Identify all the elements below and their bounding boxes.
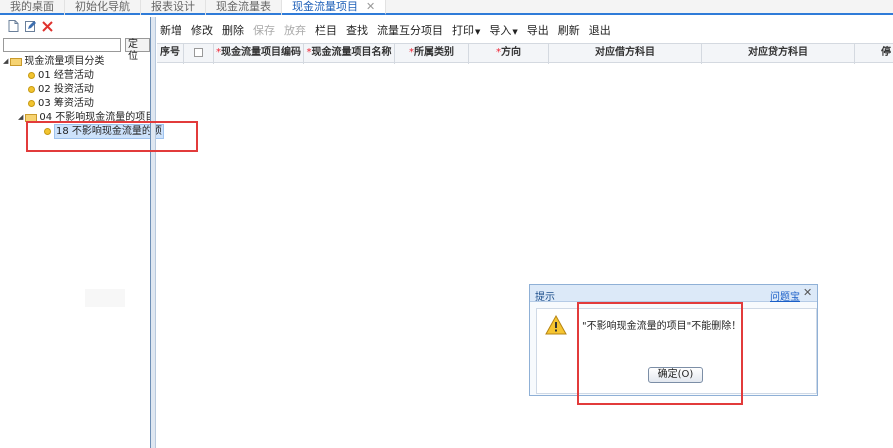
tree-item-02[interactable]: 02 投资活动 <box>28 83 94 96</box>
leaf-icon <box>28 100 35 107</box>
col-disabled[interactable]: 停 <box>855 44 893 64</box>
col-seq: 序号 <box>157 44 184 64</box>
col-code[interactable]: *现金流量项目编码 <box>214 44 304 64</box>
chevron-down-icon: ▼ <box>512 28 518 36</box>
tree-item-label: 03 筹资活动 <box>38 98 94 109</box>
app-window: 我的桌面 初始化导航 报表设计 现金流量表 现金流量项目 ✕ 定位 ◢ 现金流量… <box>0 0 893 448</box>
tree-item-label: 02 投资活动 <box>38 84 94 95</box>
import-label: 导入 <box>489 24 512 37</box>
tab-cashflow-statement[interactable]: 现金流量表 <box>206 0 282 15</box>
col-label: 现金流量项目名称 <box>311 47 392 58</box>
tab-cashflow-items[interactable]: 现金流量项目 ✕ <box>282 0 387 15</box>
chevron-down-icon: ▼ <box>475 28 481 36</box>
tab-report-design[interactable]: 报表设计 <box>141 0 206 15</box>
highlight-box-tree <box>26 121 198 152</box>
close-tab-icon[interactable]: ✕ <box>366 0 375 13</box>
columns-button[interactable]: 栏目 <box>315 22 337 38</box>
new-icon[interactable] <box>8 20 19 32</box>
modify-button[interactable]: 修改 <box>191 22 213 38</box>
col-credit-account[interactable]: 对应贷方科目 <box>702 44 855 64</box>
col-label: 方向 <box>501 47 521 58</box>
locate-button[interactable]: 定位 <box>125 38 150 62</box>
refresh-button[interactable]: 刷新 <box>558 22 580 38</box>
print-label: 打印 <box>452 24 474 37</box>
exit-button[interactable]: 退出 <box>589 22 611 38</box>
tree-toolbar <box>0 17 150 35</box>
col-name[interactable]: *现金流量项目名称 <box>304 44 395 64</box>
export-button[interactable]: 导出 <box>527 22 549 38</box>
dialog-titlebar[interactable]: 提示 问题宝 ✕ <box>530 285 817 303</box>
grid-header: 序号 *现金流量项目编码 *现金流量项目名称 *所属类别 *方向 对应借方科目 … <box>157 43 893 64</box>
tab-init-guide[interactable]: 初始化导航 <box>65 0 141 15</box>
folder-open-icon <box>10 57 23 66</box>
expand-arrow-icon[interactable]: ◢ <box>3 55 8 68</box>
select-all-checkbox[interactable] <box>194 47 203 57</box>
add-button[interactable]: 新增 <box>160 22 182 38</box>
flow-mutual-items-button[interactable]: 流量互分项目 <box>377 22 443 38</box>
save-button[interactable]: 保存 <box>253 22 275 38</box>
edit-icon[interactable] <box>25 20 36 32</box>
dialog-title: 提示 <box>535 292 555 303</box>
tree-item-01[interactable]: 01 经营活动 <box>28 69 94 82</box>
discard-button[interactable]: 放弃 <box>284 22 306 38</box>
col-select-all <box>184 44 214 64</box>
tree-item-label: 01 经营活动 <box>38 70 94 81</box>
leaf-icon <box>28 86 35 93</box>
close-icon[interactable]: ✕ <box>803 286 812 299</box>
tree-root-label: 现金流量项目分类 <box>24 56 105 67</box>
delete-icon[interactable] <box>42 20 53 32</box>
main-toolbar: 新增 修改 删除 保存 放弃 栏目 查找 流量互分项目 打印▼ 导入▼ 导出 刷… <box>160 21 620 39</box>
col-debit-account[interactable]: 对应借方科目 <box>549 44 702 64</box>
expand-arrow-icon[interactable]: ◢ <box>18 111 23 124</box>
tab-bar: 我的桌面 初始化导航 报表设计 现金流量表 现金流量项目 ✕ <box>0 0 893 15</box>
delete-button[interactable]: 删除 <box>222 22 244 38</box>
tree-root[interactable]: ◢ 现金流量项目分类 <box>3 55 104 68</box>
tab-label: 现金流量项目 <box>292 0 358 13</box>
tree-search-input[interactable] <box>3 38 121 52</box>
col-category[interactable]: *所属类别 <box>395 44 469 64</box>
print-button[interactable]: 打印▼ <box>452 22 480 38</box>
col-label: 现金流量项目编码 <box>221 47 301 58</box>
leaf-icon <box>28 72 35 79</box>
tree-search-row: 定位 <box>0 35 150 62</box>
import-button[interactable]: 导入▼ <box>489 22 517 38</box>
col-direction[interactable]: *方向 <box>469 44 549 64</box>
watermark <box>85 289 125 307</box>
col-label: 所属类别 <box>414 47 454 58</box>
left-tree-panel: 定位 ◢ 现金流量项目分类 01 经营活动 02 投资活动 03 筹资活动 ◢ <box>0 17 164 448</box>
panel-splitter[interactable] <box>150 17 156 448</box>
help-link[interactable]: 问题宝 <box>770 288 800 303</box>
tree-item-03[interactable]: 03 筹资活动 <box>28 97 94 110</box>
tab-my-desktop[interactable]: 我的桌面 <box>0 0 65 15</box>
warning-icon <box>545 315 567 335</box>
find-button[interactable]: 查找 <box>346 22 368 38</box>
highlight-box-dialog <box>577 302 743 405</box>
